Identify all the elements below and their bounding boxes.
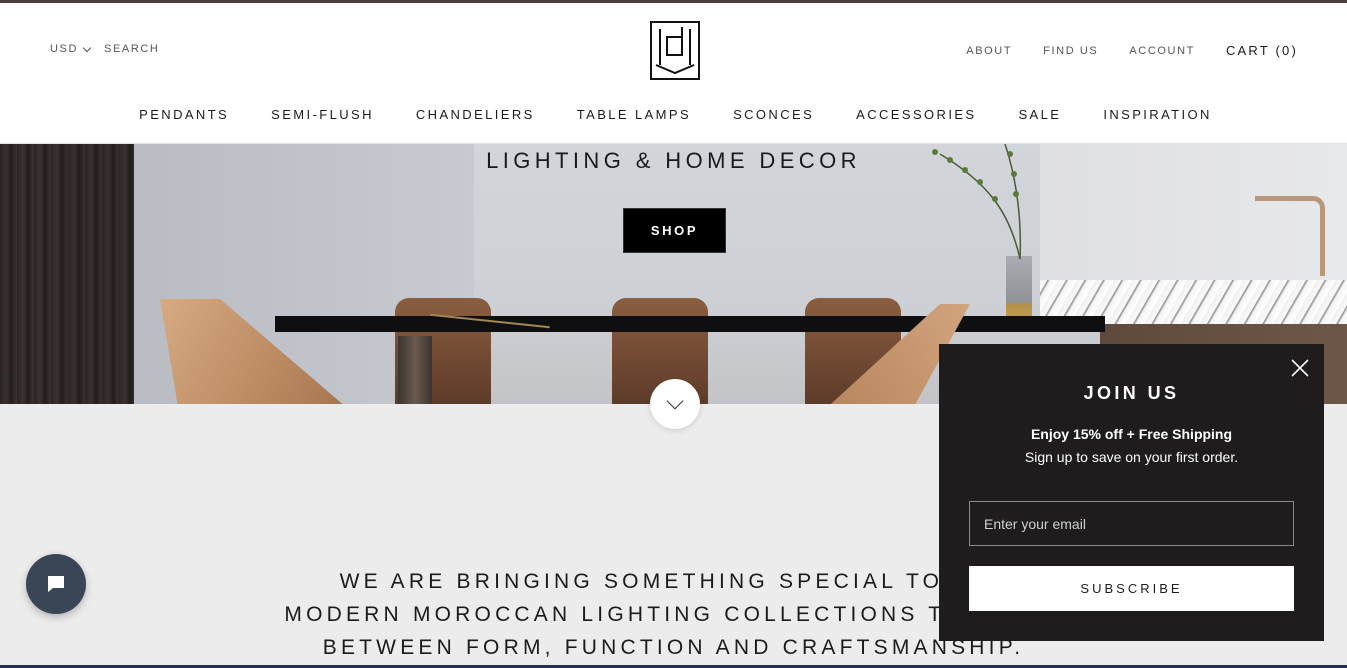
brand-logo[interactable] — [650, 21, 700, 80]
about-link[interactable]: ABOUT — [966, 45, 1012, 57]
chevron-down-icon — [666, 392, 684, 410]
hero-curtain — [0, 144, 134, 404]
logo-icon — [650, 21, 700, 80]
site-header: USD SEARCH ABOUT FIND US ACCOUNT CART (0… — [0, 3, 1347, 144]
nav-item-inspiration[interactable]: INSPIRATION — [1103, 107, 1212, 122]
nav-item-chandeliers[interactable]: CHANDELIERS — [416, 107, 535, 122]
popup-title: JOIN US — [1083, 383, 1180, 403]
chat-button[interactable] — [26, 554, 86, 614]
cart-link[interactable]: CART (0) — [1226, 43, 1298, 58]
popup-subtitle: Sign up to save on your first order. — [1024, 449, 1239, 465]
email-field[interactable] — [969, 501, 1294, 546]
close-icon-svg — [1291, 359, 1309, 377]
currency-label: USD — [50, 43, 79, 55]
hero-table — [275, 316, 1105, 332]
hero-vase — [1006, 256, 1032, 318]
chat-icon — [48, 576, 64, 592]
shop-button[interactable]: SHOP — [623, 208, 726, 253]
hero-candle — [398, 336, 432, 404]
account-link[interactable]: ACCOUNT — [1129, 45, 1195, 57]
popup-offer: Enjoy 15% off + Free Shipping — [1030, 426, 1233, 442]
scroll-down-button[interactable] — [650, 379, 700, 429]
hero-faucet — [1255, 196, 1325, 276]
close-icon[interactable] — [1290, 358, 1310, 378]
header-left: USD SEARCH — [50, 43, 159, 55]
chevron-down-icon — [82, 43, 92, 52]
subscribe-button[interactable]: SUBSCRIBE — [969, 566, 1294, 611]
hero-title: LIGHTING & HOME DECOR — [486, 148, 861, 173]
nav-item-accessories[interactable]: ACCESSORIES — [856, 107, 976, 122]
header-right: ABOUT FIND US ACCOUNT CART (0) — [966, 43, 1298, 58]
search-link[interactable]: SEARCH — [104, 43, 159, 55]
nav-item-sale[interactable]: SALE — [1018, 107, 1061, 122]
nav-item-semi-flush[interactable]: SEMI-FLUSH — [271, 107, 374, 122]
main-nav: PENDANTS SEMI-FLUSH CHANDELIERS TABLE LA… — [0, 107, 1347, 122]
nav-item-table-lamps[interactable]: TABLE LAMPS — [577, 107, 691, 122]
currency-selector[interactable]: USD — [50, 43, 92, 55]
newsletter-popup: JOIN US Enjoy 15% off + Free Shipping Si… — [939, 344, 1324, 641]
nav-item-pendants[interactable]: PENDANTS — [139, 107, 229, 122]
find-us-link[interactable]: FIND US — [1043, 45, 1098, 57]
nav-item-sconces[interactable]: SCONCES — [733, 107, 814, 122]
